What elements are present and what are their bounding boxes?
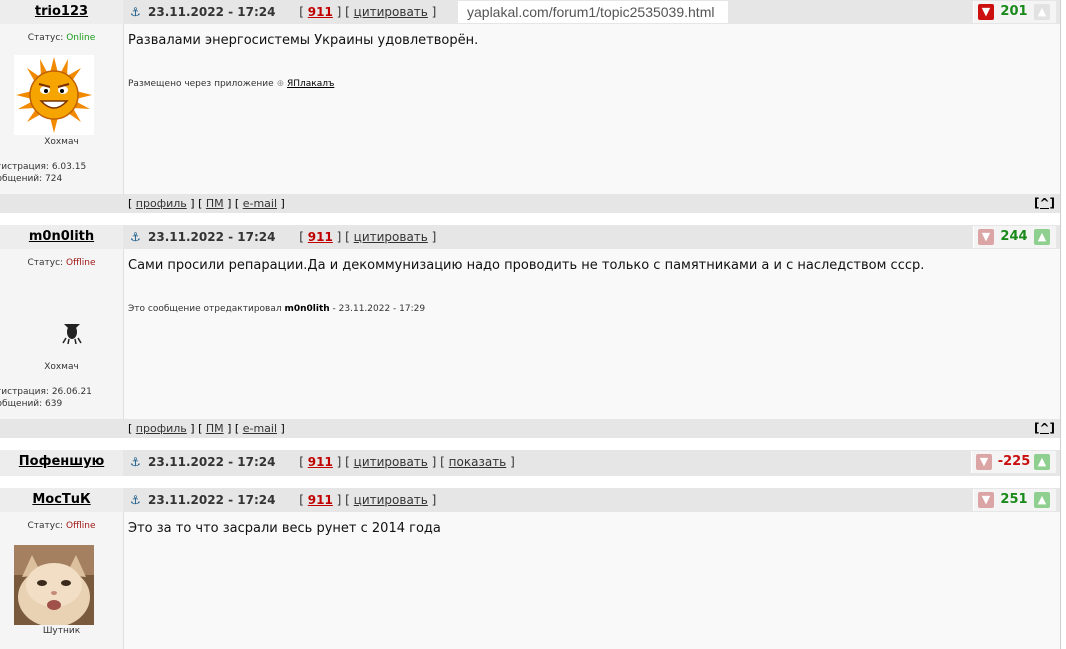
rating-box: ▼ 244 ▲ (973, 226, 1056, 248)
post-date: 23.11.2022 - 17:24 (148, 455, 276, 469)
user-avatar (14, 545, 94, 625)
rating-value: 251 (1000, 492, 1028, 507)
username-cell: trio123 (0, 0, 123, 24)
quote-link[interactable]: цитировать (354, 455, 428, 469)
post-footer: [ профиль ] [ ПМ ] [ e-mail ] [^] (0, 419, 1060, 438)
rating-value: -225 (997, 454, 1031, 469)
thumbs-down-icon[interactable]: ▼ (976, 454, 992, 470)
to-top-link[interactable]: [^] (1034, 421, 1055, 435)
user-stats: егистрация: 6.03.15 ообщений: 724 (0, 162, 87, 184)
rating-box: ▼ 201 ▲ (973, 1, 1056, 23)
thumbs-up-icon[interactable]: ▲ (1034, 229, 1050, 245)
user-stats: егистрация: 26.06.21 ообщений: 639 (0, 387, 92, 409)
anchor-icon[interactable]: ⚓ (130, 455, 142, 469)
post-body: Статус: Offline Шутник Это за то что зас… (0, 512, 1060, 649)
post-header: Пофеншую ⚓ 23.11.2022 - 17:24 [ 911 ] [ ц… (0, 450, 1060, 476)
rating-value: 244 (1000, 229, 1028, 244)
username-cell: МосТuК (0, 488, 123, 512)
pm-link[interactable]: ПМ (206, 197, 224, 210)
user-status: Статус: Online (27, 33, 96, 43)
thumbs-up-icon[interactable]: ▲ (1034, 492, 1050, 508)
anchor-icon[interactable]: ⚓ (130, 230, 142, 244)
anchor-icon[interactable]: ⚓ (130, 5, 142, 19)
post-content: Это за то что засрали весь рунет с 2014 … (124, 512, 1060, 649)
post-body: Статус: Online Хохмач егистрация: 6.03.1… (0, 24, 1060, 194)
quote-link[interactable]: цитировать (354, 5, 428, 19)
post-footer: [ профиль ] [ ПМ ] [ e-mail ] [^] (0, 194, 1060, 213)
user-links: [ профиль ] [ ПМ ] [ e-mail ] (128, 197, 285, 210)
user-status: Статус: Offline (27, 521, 96, 531)
user-panel: Статус: Online Хохмач егистрация: 6.03.1… (0, 24, 124, 194)
app-link[interactable]: ЯПлакалъ (287, 79, 334, 89)
quote-link[interactable]: цитировать (354, 230, 428, 244)
profile-link[interactable]: профиль (136, 197, 187, 210)
user-links: [ профиль ] [ ПМ ] [ e-mail ] (128, 422, 285, 435)
username-cell: Пофеншую (0, 450, 123, 476)
to-top-link[interactable]: [^] (1034, 196, 1055, 210)
page-divider (1060, 0, 1061, 649)
username-cell: m0n0lith (0, 225, 123, 249)
username-link[interactable]: Пофеншую (0, 454, 123, 469)
email-link[interactable]: e-mail (243, 197, 277, 210)
post-date: 23.11.2022 - 17:24 (148, 493, 276, 507)
post-message: Сами просили репарации.Да и декоммунизац… (128, 258, 925, 273)
post-content: Сами просили репарации.Да и декоммунизац… (124, 249, 1060, 419)
post-content: Развалами энергосистемы Украины удовлетв… (124, 24, 1060, 194)
post-date: 23.11.2022 - 17:24 (148, 230, 276, 244)
user-rank: Хохмач (44, 137, 79, 147)
post-meta: ⚓ 23.11.2022 - 17:24 [ 911 ] [ цитировать… (130, 5, 437, 19)
user-status: Статус: Offline (27, 258, 96, 268)
post-number-link[interactable]: 911 (308, 5, 333, 19)
user-rank: Шутник (42, 626, 81, 636)
edit-note: Это сообщение отредактировал m0n0lith - … (128, 304, 426, 314)
user-panel: Статус: Offline Хохмач егистрация: 26.06… (0, 249, 124, 419)
post-number-link[interactable]: 911 (308, 230, 333, 244)
show-link[interactable]: показать (449, 455, 507, 469)
thumbs-down-icon[interactable]: ▼ (978, 4, 994, 20)
thumbs-down-icon[interactable]: ▼ (978, 492, 994, 508)
app-note: Размещено через приложение ⊕ ЯПлакалъ (128, 79, 335, 89)
rating-box: ▼ 251 ▲ (973, 489, 1056, 511)
user-avatar (62, 324, 82, 345)
thumbs-down-icon[interactable]: ▼ (978, 229, 994, 245)
post-message: Развалами энергосистемы Украины удовлетв… (128, 33, 479, 48)
post-meta: ⚓ 23.11.2022 - 17:24 [ 911 ] [ цитировать… (130, 455, 515, 469)
user-avatar (14, 55, 94, 135)
post-header: m0n0lith ⚓ 23.11.2022 - 17:24 [ 911 ] [ ц… (0, 225, 1060, 249)
profile-link[interactable]: профиль (136, 422, 187, 435)
email-link[interactable]: e-mail (243, 422, 277, 435)
post-date: 23.11.2022 - 17:24 (148, 5, 276, 19)
pm-link[interactable]: ПМ (206, 422, 224, 435)
post-message: Это за то что засрали весь рунет с 2014 … (128, 521, 441, 536)
post-meta: ⚓ 23.11.2022 - 17:24 [ 911 ] [ цитировать… (130, 230, 437, 244)
username-link[interactable]: trio123 (0, 4, 123, 19)
thumbs-up-icon[interactable]: ▲ (1034, 4, 1050, 20)
post-number-link[interactable]: 911 (308, 493, 333, 507)
post-meta: ⚓ 23.11.2022 - 17:24 [ 911 ] [ цитировать… (130, 493, 437, 507)
post-number-link[interactable]: 911 (308, 455, 333, 469)
quote-link[interactable]: цитировать (354, 493, 428, 507)
forum-thread: trio123 ⚓ 23.11.2022 - 17:24 [ 911 ] [ ци… (0, 0, 1062, 649)
address-overlay: yaplakal.com/forum1/topic2535039.html (458, 1, 728, 23)
rating-box: ▼ -225 ▲ (971, 451, 1056, 473)
anchor-icon[interactable]: ⚓ (130, 493, 142, 507)
rating-value: 201 (1000, 4, 1028, 19)
user-rank: Хохмач (44, 362, 79, 372)
thumbs-up-icon[interactable]: ▲ (1034, 454, 1050, 470)
user-panel: Статус: Offline Шутник (0, 512, 124, 649)
post-body: Статус: Offline Хохмач егистрация: 26.06… (0, 249, 1060, 419)
username-link[interactable]: МосТuК (0, 492, 123, 507)
username-link[interactable]: m0n0lith (0, 229, 123, 244)
post-header: МосТuК ⚓ 23.11.2022 - 17:24 [ 911 ] [ цит… (0, 488, 1060, 512)
